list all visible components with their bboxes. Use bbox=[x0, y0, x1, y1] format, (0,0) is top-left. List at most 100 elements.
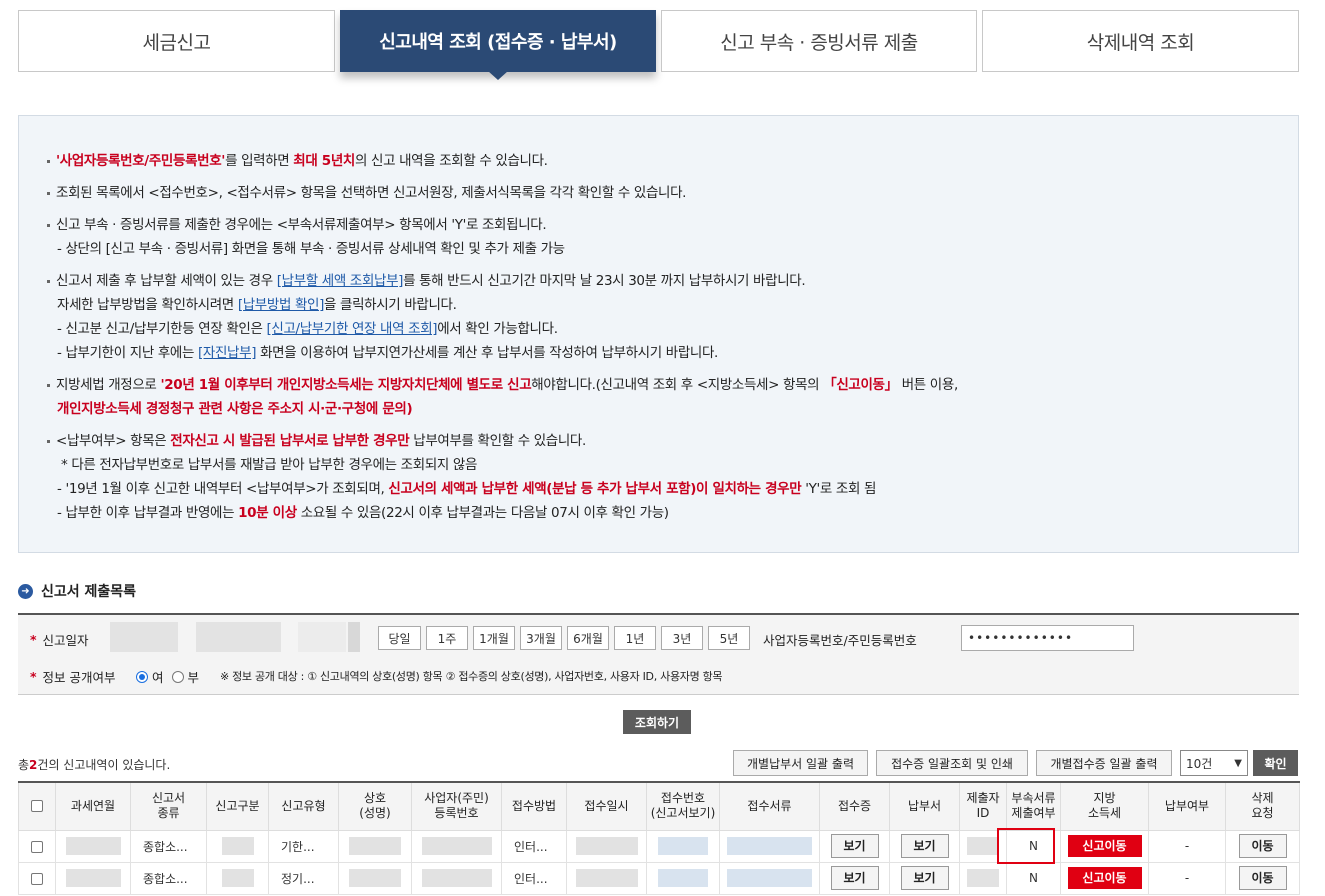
disclosure-note: ※ 정보 공개 대상 : ① 신고내역의 상호(성명) 항목 ② 접수증의 상호… bbox=[220, 670, 723, 683]
required-mark: * bbox=[30, 669, 37, 684]
page-size-value: 10건 bbox=[1186, 756, 1213, 771]
calendar-icon[interactable] bbox=[348, 622, 360, 652]
receipt-documents-cell[interactable] bbox=[719, 861, 820, 895]
period-1week-button[interactable]: 1주 bbox=[426, 626, 468, 650]
notice-line-2: 조회된 목록에서 <접수번호>, <접수서류> 항목을 선택하면 신고서원장, … bbox=[47, 181, 686, 201]
disclosure-options: 여 부 bbox=[136, 667, 199, 686]
report-category-cell bbox=[206, 829, 269, 863]
search-panel: * 신고일자 당일 1주 1개월 3개월 6개월 1년 3년 5년 사업자등록번호… bbox=[18, 613, 1299, 695]
notice-text: 의 신고 내역을 조회할 수 있습니다. bbox=[354, 153, 548, 169]
receipt-documents-cell[interactable] bbox=[719, 829, 820, 863]
notice-box: '사업자등록번호/주민등록번호'를 입력하면 최대 5년치의 신고 내역을 조회… bbox=[18, 115, 1299, 553]
receipt-number-cell[interactable] bbox=[646, 861, 720, 895]
print-receipts-button[interactable]: 접수증 일괄조회 및 인쇄 bbox=[876, 750, 1028, 776]
receipt-documents-link[interactable] bbox=[727, 869, 812, 887]
date-start-picker[interactable] bbox=[196, 622, 281, 652]
tab-report-history[interactable]: 신고내역 조회 (접수증 · 납부서) bbox=[340, 10, 656, 80]
header-cell: 접수일시 bbox=[566, 781, 647, 831]
period-5year-button[interactable]: 5년 bbox=[708, 626, 750, 650]
disclosure-label: * 정보 공개여부 bbox=[30, 667, 116, 686]
row-checkbox[interactable] bbox=[31, 872, 43, 885]
id-number-input[interactable]: ••••••••••••• bbox=[961, 625, 1134, 651]
header-cell: 부속서류 제출여부 bbox=[1006, 781, 1061, 831]
search-button[interactable]: 조회하기 bbox=[623, 710, 691, 734]
disclosure-no-radio[interactable] bbox=[171, 670, 184, 683]
bullet-icon bbox=[47, 159, 50, 163]
tab-report-history-label: 신고내역 조회 (접수증 · 납부서) bbox=[379, 32, 617, 53]
bullet-icon bbox=[47, 439, 50, 443]
notice-text: 소요될 수 있음(22시 이후 납부결과는 다음날 07시 이후 확인 가능) bbox=[296, 505, 669, 521]
result-count: 총2건의 신고내역이 있습니다. bbox=[18, 756, 170, 773]
result-count-prefix: 총 bbox=[18, 758, 30, 772]
tab-attachment-submit[interactable]: 신고 부속 · 증빙서류 제출 bbox=[661, 10, 977, 72]
deadline-extension-link[interactable]: [신고/납부기한 연장 내역 조회] bbox=[266, 321, 437, 337]
delete-move-button[interactable]: 이동 bbox=[1238, 866, 1287, 890]
notice-emphasis: 전자신고 시 발급된 납부서로 납부한 경우만 bbox=[170, 433, 410, 449]
disclosure-yes-radio[interactable] bbox=[136, 670, 148, 683]
period-3year-button[interactable]: 3년 bbox=[661, 626, 703, 650]
tab-bar: 세금신고 신고내역 조회 (접수증 · 납부서) 신고 부속 · 증빙서류 제출… bbox=[18, 10, 1299, 80]
period-1month-button[interactable]: 1개월 bbox=[473, 626, 515, 650]
delete-move-button[interactable]: 이동 bbox=[1238, 834, 1287, 858]
tax-payment-link[interactable]: [납부할 세액 조회납부] bbox=[277, 273, 404, 289]
local-tax-move-button[interactable]: 신고이동 bbox=[1067, 867, 1142, 889]
redacted-block bbox=[575, 837, 638, 855]
tab-active-arrow bbox=[488, 71, 508, 80]
view-payment-slip-button[interactable]: 보기 bbox=[900, 834, 949, 858]
tax-period-cell bbox=[55, 829, 131, 863]
payment-method-link[interactable]: [납부방법 확인] bbox=[238, 297, 325, 313]
local-tax-cell: 신고이동 bbox=[1060, 861, 1149, 895]
redacted-block bbox=[421, 869, 492, 887]
period-3month-button[interactable]: 3개월 bbox=[520, 626, 562, 650]
redacted-block bbox=[967, 837, 999, 855]
notice-text: 화면을 이용하여 납부지연가산세를 계산 후 납부서를 작성하여 납부하시기 바… bbox=[256, 345, 718, 361]
submitter-id-cell bbox=[959, 829, 1007, 863]
period-1year-button[interactable]: 1년 bbox=[614, 626, 656, 650]
notice-line-7: - 신고분 신고/납부기한등 연장 확인은 [신고/납부기한 연장 내역 조회]… bbox=[57, 317, 558, 337]
tax-period-cell bbox=[55, 861, 131, 895]
table-row: 종합소... 정기... 인터... 보기 보기 N 신고이동 - 이동 bbox=[18, 861, 1300, 895]
notice-text: 자세한 납부방법을 확인하시려면 bbox=[57, 297, 238, 313]
period-6month-button[interactable]: 6개월 bbox=[567, 626, 609, 650]
delete-request-cell: 이동 bbox=[1225, 861, 1300, 895]
select-all-checkbox[interactable] bbox=[31, 800, 43, 813]
notice-emphasis: 신고서의 세액과 납부한 세액(분납 등 추가 납부서 포함)이 일치하는 경우… bbox=[388, 481, 802, 497]
receipt-number-cell[interactable] bbox=[646, 829, 720, 863]
notice-line-5: 신고서 제출 후 납부할 세액이 있는 경우 [납부할 세액 조회납부]를 통해… bbox=[47, 269, 806, 289]
attachment-status-cell: N bbox=[1006, 829, 1061, 863]
notice-line-14: - 납부한 이후 납부결과 반영에는 10분 이상 소요될 수 있음(22시 이… bbox=[57, 501, 669, 521]
notice-line-12: * 다른 전자납부번호로 납부서를 재발급 받아 납부한 경우에는 조회되지 않… bbox=[61, 457, 478, 473]
section-title: ➜ 신고서 제출목록 bbox=[18, 581, 136, 601]
date-end-input[interactable] bbox=[298, 622, 346, 652]
registration-number-cell bbox=[411, 861, 502, 895]
header-cell: 사업자(주민) 등록번호 bbox=[411, 781, 502, 831]
header-cell: 신고구분 bbox=[206, 781, 269, 831]
notice-text: - 신고분 신고/납부기한등 연장 확인은 bbox=[57, 321, 267, 337]
tab-deleted-history[interactable]: 삭제내역 조회 bbox=[982, 10, 1299, 72]
view-receipt-button[interactable]: 보기 bbox=[830, 866, 879, 890]
local-tax-cell: 신고이동 bbox=[1060, 829, 1149, 863]
redacted-block bbox=[65, 837, 121, 855]
receipt-number-link[interactable] bbox=[658, 837, 708, 855]
self-payment-link[interactable]: [자진납부] bbox=[198, 345, 256, 361]
payment-status-cell: - bbox=[1148, 829, 1226, 863]
local-tax-move-button[interactable]: 신고이동 bbox=[1067, 835, 1142, 857]
notice-emphasis: '사업자등록번호/주민등록번호' bbox=[56, 153, 226, 169]
payment-slip-cell: 보기 bbox=[889, 829, 960, 863]
receipt-documents-link[interactable] bbox=[727, 837, 812, 855]
confirm-button[interactable]: 확인 bbox=[1253, 750, 1298, 776]
tab-tax-report[interactable]: 세금신고 bbox=[18, 10, 335, 72]
page-size-select[interactable]: 10건 ▼ bbox=[1180, 750, 1248, 776]
row-checkbox[interactable] bbox=[31, 840, 43, 853]
notice-emphasis: 10분 이상 bbox=[238, 505, 297, 521]
receipt-date-cell bbox=[566, 829, 647, 863]
header-cell: 납부서 bbox=[889, 781, 960, 831]
print-individual-receipts-button[interactable]: 개별접수증 일괄 출력 bbox=[1036, 750, 1172, 776]
view-payment-slip-button[interactable]: 보기 bbox=[900, 866, 949, 890]
date-start-input[interactable] bbox=[110, 622, 178, 652]
view-receipt-button[interactable]: 보기 bbox=[830, 834, 879, 858]
print-payment-slips-button[interactable]: 개별납부서 일괄 출력 bbox=[733, 750, 868, 776]
period-today-button[interactable]: 당일 bbox=[378, 626, 421, 650]
bullet-icon bbox=[47, 383, 50, 387]
receipt-number-link[interactable] bbox=[658, 869, 708, 887]
